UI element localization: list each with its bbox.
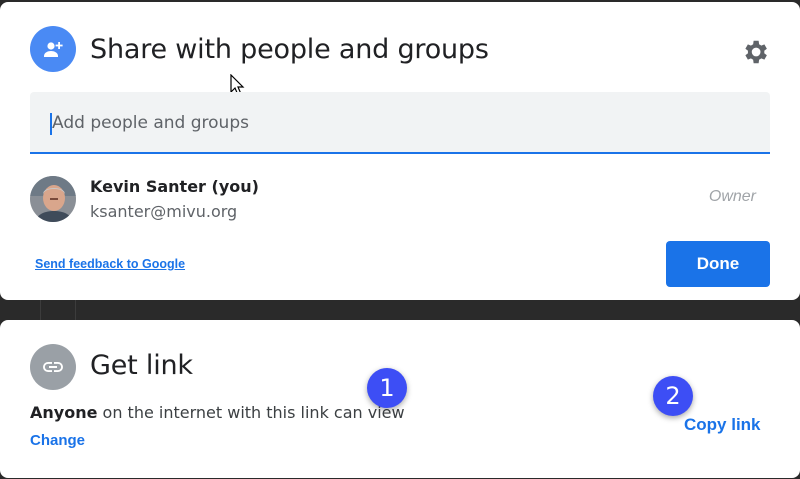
person-name: Kevin Santer (you) [90, 177, 259, 196]
share-title: Share with people and groups [90, 34, 489, 65]
link-access-scope: Anyone [30, 403, 98, 422]
person-add-icon [30, 26, 76, 72]
step-badge-1: 1 [367, 368, 407, 408]
avatar [30, 176, 76, 222]
role-label: Owner [708, 188, 756, 205]
change-access-link[interactable]: Change [30, 432, 85, 449]
link-access-description: Anyone on the internet with this link ca… [30, 403, 405, 422]
person-email: ksanter@mivu.org [90, 202, 238, 221]
link-icon [30, 344, 76, 390]
send-feedback-link[interactable]: Send feedback to Google [35, 257, 185, 271]
copy-link-button[interactable]: Copy link [684, 415, 761, 435]
link-access-detail: on the internet with this link can view [97, 403, 405, 422]
step-badge-2: 2 [653, 376, 693, 416]
background-divider [40, 300, 76, 320]
gear-icon[interactable] [740, 37, 770, 67]
add-people-placeholder: Add people and groups [52, 113, 249, 133]
add-people-input[interactable]: Add people and groups [30, 92, 770, 154]
get-link-title: Get link [90, 350, 193, 381]
done-button[interactable]: Done [666, 241, 770, 287]
share-dialog: Share with people and groups Add people … [0, 2, 800, 300]
